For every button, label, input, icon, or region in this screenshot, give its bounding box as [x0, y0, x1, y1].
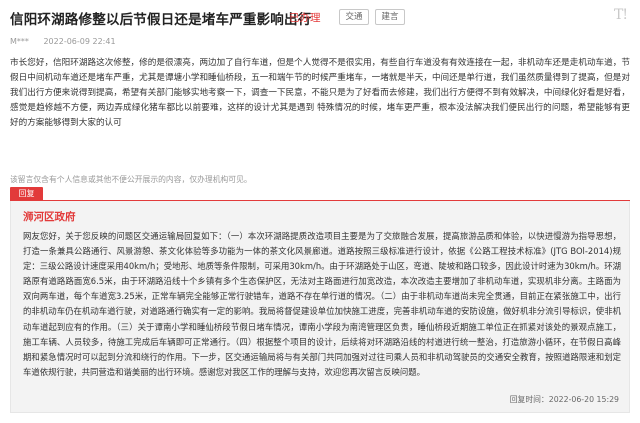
message-title: 信阳环湖路修整以后节假日还是堵车严重影响出行 [10, 12, 312, 28]
reply-organization: 浉河区政府 [23, 211, 76, 223]
author-name: M*** [10, 37, 29, 46]
reply-body: 网友您好，关于您反映的问题区交通运输局回复如下：（一）本次环湖路提质改造项目主要… [23, 231, 621, 377]
reply-time: 回复时间：2022-06-20 15:29 [509, 395, 619, 404]
post-date: 2022-06-09 22:41 [43, 37, 116, 46]
status-badge: 已办理 [289, 12, 321, 24]
reply-panel: 浉河区政府 网友您好，关于您反映的问题区交通运输局回复如下：（一）本次环湖路提质… [10, 201, 630, 413]
tag-traffic[interactable]: 交通 [339, 9, 369, 25]
message-meta: M*** 2022-06-09 22:41 [10, 37, 116, 46]
tag-suggestion[interactable]: 建言 [375, 9, 405, 25]
message-body: 市长您好，信阳环湖路这次修整，修的是很漂亮，两边加了自行车道，但是个人觉得不是很… [10, 58, 630, 129]
site-logo-icon: T! [614, 7, 628, 23]
message-header: 信阳环湖路修整以后节假日还是堵车严重影响出行 已办理 交通 建言 T! [10, 7, 630, 29]
message-page: 信阳环湖路修整以后节假日还是堵车严重影响出行 已办理 交通 建言 T! M***… [0, 0, 640, 423]
privacy-notice: 该留言仅含有个人信息或其他不便公开展示的内容，仅办理机构可见。 [10, 175, 252, 184]
reply-tab[interactable]: 回复 [10, 187, 43, 201]
